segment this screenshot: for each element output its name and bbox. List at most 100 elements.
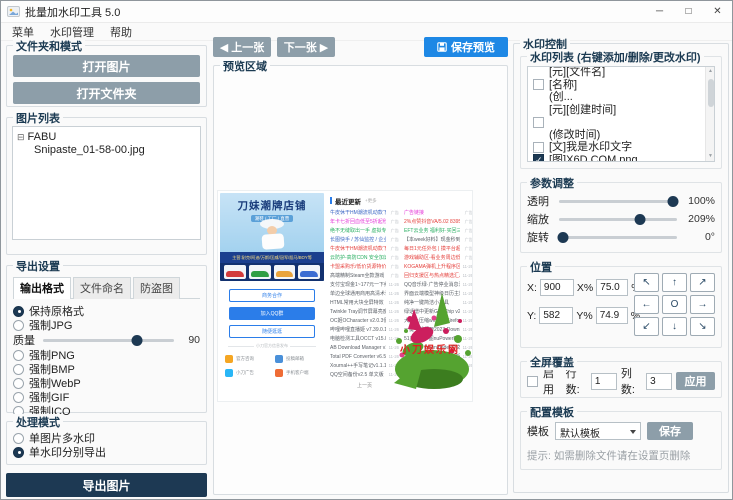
- preview-link-tag: 11-26: [389, 291, 399, 296]
- cols-label: 列数:: [621, 365, 642, 397]
- preview-link: 哔哩哔哩直播姬 v7.39.0.10051绿色版: [330, 326, 386, 333]
- preview-area-group: 预览区域 刀妹潮牌店铺 潮鞋 / 工厂 / 直营 主营:耐克/阿迪/万斯/匡威/…: [213, 65, 508, 495]
- watermark-item[interactable]: [元][文件名]: [533, 66, 700, 79]
- param-slider-handle[interactable]: [668, 196, 679, 207]
- radio-icon[interactable]: [13, 364, 24, 375]
- radio-icon[interactable]: [13, 306, 24, 317]
- preview-link-row: 纯净一键简洁小工具11-26: [404, 298, 472, 307]
- save-preview-button[interactable]: 保存预览: [424, 37, 508, 57]
- param-slider[interactable]: [559, 200, 677, 203]
- preview-link-tag: 广告: [465, 219, 472, 225]
- param-slider[interactable]: [559, 236, 677, 239]
- collapse-icon[interactable]: ⊟: [17, 132, 25, 143]
- y-percent-input[interactable]: [596, 307, 628, 324]
- process-mode-option[interactable]: 单水印分别导出: [13, 445, 200, 459]
- open-image-button[interactable]: 打开图片: [13, 55, 200, 77]
- preview-link: Total PDF Converter v6.5.0.754.0: [330, 354, 386, 360]
- radio-icon[interactable]: [13, 392, 24, 403]
- minimize-button[interactable]: ─: [645, 1, 674, 22]
- enable-checkbox[interactable]: [527, 376, 538, 387]
- align-center-button[interactable]: O: [662, 295, 687, 314]
- align-bottom-right-button[interactable]: ↘: [690, 317, 715, 336]
- tab-文件命名[interactable]: 文件命名: [73, 277, 131, 299]
- output-format-option[interactable]: 强制GIF: [13, 390, 200, 404]
- align-bottom-button[interactable]: ↓: [662, 317, 687, 336]
- tab-输出格式[interactable]: 输出格式: [13, 277, 71, 299]
- watermark-item[interactable]: [名称]: [533, 79, 700, 92]
- watermark-item[interactable]: [533, 116, 700, 129]
- align-left-button[interactable]: ←: [634, 295, 659, 314]
- save-template-button[interactable]: 保存: [647, 422, 693, 440]
- radio-icon[interactable]: [13, 433, 24, 444]
- prev-image-button[interactable]: ◀ 上一张: [213, 37, 271, 57]
- footer-icon-label: 官方咨询: [236, 356, 254, 362]
- watermark-item[interactable]: [元][创建时间]: [533, 104, 700, 117]
- rows-input[interactable]: [591, 373, 617, 390]
- footer-icon-label: 投稿邮箱: [286, 356, 304, 362]
- preview-link-tag: 11-26: [463, 345, 472, 350]
- output-format-option[interactable]: 强制PNG: [13, 348, 200, 362]
- scroll-up-icon[interactable]: ▲: [706, 67, 715, 76]
- scroll-down-icon[interactable]: ▼: [706, 152, 715, 161]
- watermark-item[interactable]: (修改时间): [533, 129, 700, 142]
- footer-icon-item: 官方咨询: [225, 355, 269, 363]
- x-label: X:: [527, 282, 537, 294]
- watermark-item[interactable]: [图]X6D.COM.png: [533, 154, 700, 163]
- watermark-checkbox[interactable]: [533, 142, 544, 153]
- menu-item-帮助[interactable]: 帮助: [102, 24, 140, 40]
- align-top-left-button[interactable]: ↖: [634, 273, 659, 292]
- tree-node-file[interactable]: Snipaste_01-58-00.jpg: [17, 144, 196, 156]
- format-options-bottom: 强制PNG强制BMP强制WebP强制GIF强制ICO: [13, 348, 200, 418]
- quality-slider[interactable]: [43, 339, 174, 342]
- param-value: 209%: [683, 213, 715, 225]
- tree-node-root[interactable]: ⊟ FABU: [17, 131, 196, 143]
- radio-icon[interactable]: [13, 320, 24, 331]
- preview-link-row: 界面云端模型神级日历主题美化11-26: [404, 289, 472, 298]
- open-folder-button[interactable]: 打开文件夹: [13, 82, 200, 104]
- scrollbar[interactable]: ▲ ▼: [705, 67, 714, 161]
- align-right-button[interactable]: →: [690, 295, 715, 314]
- param-slider-handle[interactable]: [557, 232, 568, 243]
- watermark-item[interactable]: (创...: [533, 91, 700, 104]
- preview-link-tag: 11-26: [389, 282, 399, 287]
- param-slider[interactable]: [559, 218, 677, 221]
- cols-input[interactable]: [646, 373, 672, 390]
- preview-link: KOGAMA弹机上升程序区: [404, 263, 460, 270]
- next-image-button[interactable]: 下一张 ▶: [277, 37, 335, 57]
- align-bottom-left-button[interactable]: ↙: [634, 317, 659, 336]
- preview-link-row: 支付宝现金1~177元一下红包11-26: [330, 280, 399, 289]
- watermark-checkbox[interactable]: [533, 117, 544, 128]
- tree-root-label: FABU: [28, 131, 57, 143]
- watermark-item[interactable]: [文]我是水印文字: [533, 141, 700, 154]
- output-format-option[interactable]: 保持原格式: [13, 304, 200, 318]
- preview-link-tag: 11-26: [463, 327, 472, 332]
- output-format-option[interactable]: 强制WebP: [13, 376, 200, 390]
- preview-link: 【本week好料】现金秒到折扣专享: [404, 236, 460, 243]
- align-top-button[interactable]: ↑: [662, 273, 687, 292]
- template-hint: 提示: 如需删除文件请在设置页删除: [527, 448, 715, 463]
- preview-link-row: QQ音乐绿·广告停业消息汇总11-26: [404, 280, 472, 289]
- scrollbar-thumb[interactable]: [708, 79, 714, 107]
- close-button[interactable]: ✕: [703, 1, 732, 22]
- output-format-option[interactable]: 强制BMP: [13, 362, 200, 376]
- quality-slider-handle[interactable]: [132, 335, 143, 346]
- x-percent-input[interactable]: [596, 279, 628, 296]
- export-images-button[interactable]: 导出图片: [6, 473, 207, 497]
- apply-button[interactable]: 应用: [676, 372, 715, 390]
- watermark-checkbox[interactable]: [533, 79, 544, 90]
- radio-icon[interactable]: [13, 447, 24, 458]
- y-input[interactable]: [539, 307, 573, 324]
- output-format-option[interactable]: 强制JPG: [13, 318, 200, 332]
- radio-icon[interactable]: [13, 378, 24, 389]
- align-top-right-button[interactable]: ↗: [690, 273, 715, 292]
- radio-icon[interactable]: [13, 350, 24, 361]
- maximize-button[interactable]: □: [674, 1, 703, 22]
- x-input[interactable]: [540, 279, 574, 296]
- watermark-checkbox[interactable]: [533, 154, 544, 162]
- template-select[interactable]: 默认模板: [555, 422, 641, 440]
- tab-防盗图[interactable]: 防盗图: [133, 277, 180, 299]
- process-mode-option[interactable]: 单图片多水印: [13, 431, 200, 445]
- param-slider-handle[interactable]: [635, 214, 646, 225]
- group-title: 水印列表 (右键添加/删除/更改水印): [527, 49, 704, 65]
- group-title: 导出设置: [13, 258, 63, 274]
